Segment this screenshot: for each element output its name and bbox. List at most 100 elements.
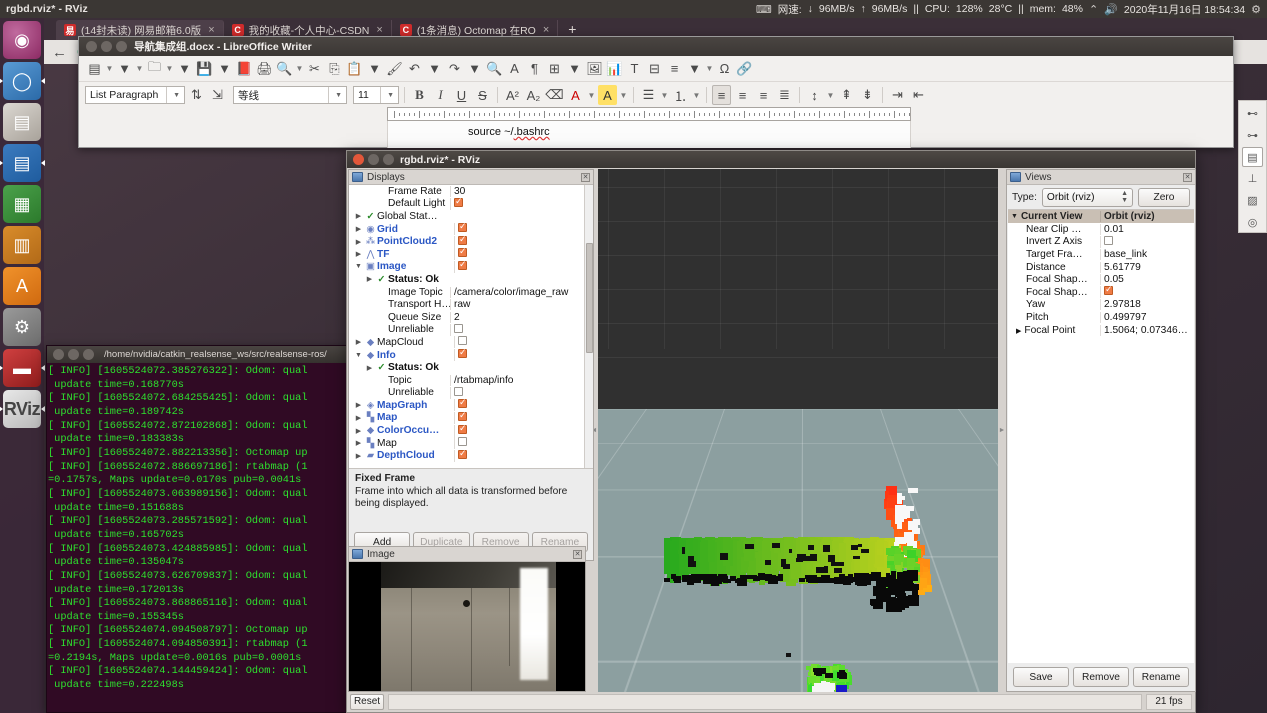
display-value[interactable] (454, 399, 593, 412)
display-enable-checkbox[interactable] (458, 248, 467, 258)
underline-icon[interactable]: U (452, 85, 471, 105)
update-style-icon[interactable]: ⇅ (187, 85, 206, 105)
display-enable-checkbox[interactable] (458, 399, 467, 409)
measure-icon[interactable]: ▤ (1242, 147, 1263, 168)
justify-icon[interactable]: ≣ (775, 85, 794, 105)
launcher-item-files[interactable]: ▤ (3, 103, 41, 141)
terminal-close-button[interactable] (53, 349, 64, 360)
expander-icon[interactable]: ▶ (353, 338, 364, 346)
display-value[interactable] (450, 386, 593, 399)
chevron-down-icon[interactable]: ▼ (328, 87, 342, 103)
launcher-item-libreoffice-writer[interactable]: ▤ (0, 144, 45, 182)
special-char-icon[interactable]: ⊞ (545, 59, 564, 79)
new-doc-icon[interactable]: ▤ (85, 59, 104, 79)
subscript-icon[interactable]: A₂ (524, 85, 543, 105)
basic-shapes-icon[interactable]: Ω (715, 59, 734, 79)
open-icon[interactable]: ▼ (115, 59, 134, 79)
close-icon[interactable]: ✕ (573, 549, 582, 559)
paragraph-style-box[interactable]: List Paragraph ▼ (85, 86, 185, 104)
new-style-icon[interactable]: ⇲ (208, 85, 227, 105)
writer-close-button[interactable] (86, 41, 97, 52)
chevron-down-icon[interactable]: ▼ (380, 87, 394, 103)
move-camera-icon[interactable]: ⊷ (1242, 104, 1263, 124)
clear-format-icon[interactable]: ⌫ (545, 85, 564, 105)
new-tab-button[interactable]: + (558, 21, 586, 37)
view-property-value[interactable]: 0.499797 (1100, 311, 1194, 323)
hyperlink-icon[interactable]: ▼ (565, 59, 584, 79)
chevron-down-icon[interactable]: ▼ (826, 85, 835, 105)
display-value[interactable] (454, 260, 593, 273)
launcher-item-system-settings[interactable]: ⚙ (3, 308, 41, 346)
chevron-down-icon[interactable]: ▼ (619, 85, 628, 105)
display-enable-checkbox[interactable] (458, 424, 467, 434)
display-enable-checkbox[interactable] (458, 235, 467, 245)
display-row-pointcloud2[interactable]: ▶ ⁂ PointCloud2 (349, 235, 593, 248)
close-icon[interactable]: × (208, 24, 214, 36)
expander-icon[interactable]: ▶ (1016, 328, 1021, 335)
display-value[interactable] (450, 323, 593, 336)
display-row-map[interactable]: ▶ ▚ Map (349, 411, 593, 425)
redo-icon[interactable]: 📋 (345, 59, 364, 79)
font-color-icon[interactable]: A (566, 85, 585, 105)
display-row-mapcloud[interactable]: ▶ ◆ MapCloud (349, 336, 593, 349)
display-value[interactable] (454, 349, 593, 362)
display-enable-checkbox[interactable] (458, 411, 467, 421)
view-property-value[interactable]: 2.97818 (1100, 299, 1194, 311)
display-value[interactable] (454, 411, 593, 424)
display-value[interactable] (454, 449, 593, 462)
expander-icon[interactable]: ▼ (353, 352, 364, 359)
display-row-depthcloud[interactable]: ▶ ▰ DepthCloud (349, 449, 593, 462)
keyboard-icon[interactable]: ⌨ (756, 3, 772, 16)
display-row-topic[interactable]: Topic/rtabmap/info (349, 374, 593, 387)
formatting-marks-icon[interactable]: ↶ (405, 59, 424, 79)
undo-icon[interactable]: ⎘ (325, 59, 344, 79)
zero-button[interactable]: Zero (1138, 187, 1190, 207)
display-value[interactable] (454, 437, 593, 450)
writer-ruler[interactable] (387, 107, 911, 121)
expander-icon[interactable]: ▶ (353, 452, 364, 460)
paragraph-spacing-below-icon[interactable]: ⇟ (858, 85, 877, 105)
align-center-icon[interactable]: ≡ (733, 85, 752, 105)
copy-icon[interactable]: 🖨 (255, 59, 274, 79)
display-enable-checkbox[interactable] (458, 336, 467, 346)
remove-view-button[interactable]: Remove (1073, 667, 1129, 687)
display-row-image[interactable]: ▼ ▣ Image (349, 260, 593, 274)
display-value[interactable]: raw (450, 299, 593, 311)
page-break-icon[interactable]: A (505, 59, 524, 79)
field-icon[interactable]: ¶ (525, 59, 544, 79)
view-row-invert-z-axis[interactable]: Invert Z Axis (1008, 235, 1194, 249)
terminal-output[interactable]: [ INFO] [1605524072.385276322]: Odom: qu… (47, 363, 350, 713)
view-row-pitch[interactable]: Pitch 0.499797 (1008, 311, 1194, 324)
display-row-map[interactable]: ▶ ▚ Map (349, 437, 593, 450)
chevron-down-icon[interactable]: ▼ (165, 59, 174, 79)
highlight-icon[interactable]: A (598, 85, 617, 105)
outdent-icon[interactable]: ⇤ (909, 85, 928, 105)
display-row-queue-size[interactable]: Queue Size 2 (349, 311, 593, 324)
display-row-image-topic[interactable]: Image Topic/camera/color/image_raw (349, 286, 593, 299)
display-value[interactable]: /rtabmap/info (450, 374, 593, 386)
views-property-table[interactable]: ▼ Current View Orbit (rviz) Near Clip … 0… (1008, 209, 1194, 667)
display-row-info[interactable]: ▼ ◆ Info (349, 349, 593, 362)
expander-icon[interactable]: ▶ (353, 212, 364, 220)
image-icon[interactable]: ↷ (445, 59, 464, 79)
chevron-down-icon[interactable]: ▼ (1011, 213, 1018, 220)
close-icon[interactable]: ✕ (1183, 172, 1192, 182)
expander-icon[interactable]: ▼ (353, 263, 364, 270)
display-value[interactable]: 30 (450, 185, 593, 197)
view-property-value[interactable] (1100, 286, 1194, 299)
publish-point-icon[interactable]: ▨ (1242, 191, 1263, 211)
views-type-select[interactable]: Orbit (rviz) ▲ ▼ (1041, 187, 1133, 207)
launcher-item-terminal[interactable]: ▬ (0, 349, 45, 387)
view-row-focal-shap[interactable]: Focal Shap… (1008, 286, 1194, 299)
expander-icon[interactable]: ▶ (353, 401, 364, 409)
view-property-checkbox[interactable] (1104, 235, 1113, 245)
launcher-item-software-center[interactable]: A (3, 267, 41, 305)
save-view-button[interactable]: Save (1013, 667, 1069, 687)
view-property-value[interactable]: 0.05 (1100, 274, 1194, 286)
display-row-frame-rate[interactable]: Frame Rate 30 (349, 185, 593, 198)
chevron-down-icon[interactable]: ▼ (166, 87, 180, 103)
expander-icon[interactable]: ▶ (353, 250, 364, 258)
displays-scrollbar[interactable] (584, 185, 593, 468)
expander-icon[interactable]: ▶ (353, 238, 364, 246)
launcher-item-chromium-browser[interactable]: ◯ (0, 62, 45, 100)
